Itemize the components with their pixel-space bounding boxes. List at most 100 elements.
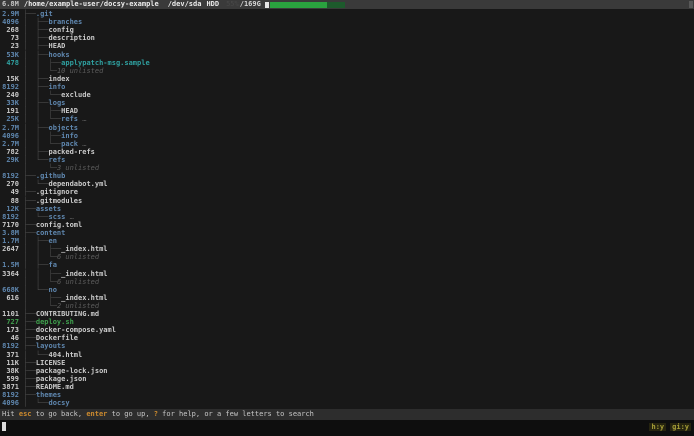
tree-row[interactable]: 38K ├──package-lock.json [2, 367, 694, 375]
tree-row[interactable]: 616 │ ├──_index.html [2, 294, 694, 302]
tree-row[interactable]: 173 ├──docker-compose.yaml [2, 326, 694, 334]
file-name: HEAD [49, 42, 66, 50]
dir-name: refs [49, 156, 66, 164]
tree-branch-lines: │ ├── [19, 75, 49, 83]
file-name: package-lock.json [36, 367, 108, 375]
tree-row[interactable]: 7170 ├──config.toml [2, 221, 694, 229]
truncation-ellipsis: … [65, 213, 73, 221]
tree-row[interactable]: 3871 ├──README.md [2, 383, 694, 391]
tree-branch-lines: ├── [19, 205, 36, 213]
status-text: to go back, [32, 410, 87, 418]
tree-branch-lines: ├── [19, 229, 36, 237]
tree-branch-lines: ├── [19, 10, 36, 18]
file-size: 33K [2, 99, 19, 107]
file-size: 8192 [2, 342, 19, 350]
tree-row-unlisted[interactable]: │ └─3 unlisted [2, 164, 694, 172]
tree-row[interactable]: 191 │ │ ├──HEAD [2, 107, 694, 115]
tree-row[interactable]: 4096 │ │ ├──info [2, 132, 694, 140]
file-size: 46 [2, 334, 19, 342]
tree-branch-lines: ├── [19, 221, 36, 229]
tree-row[interactable]: 4096 │ ├──branches [2, 18, 694, 26]
tree-branch-lines: ├── [19, 172, 36, 180]
tree-row[interactable]: 3364 │ │ ├──_index.html [2, 270, 694, 278]
file-size: 15K [2, 75, 19, 83]
tree-row[interactable]: 73 │ ├──description [2, 34, 694, 42]
tree-branch-lines: ├── [19, 391, 36, 399]
search-input-line[interactable]: h:ygi:y [0, 420, 694, 436]
tree-branch-lines: ├── [19, 310, 36, 318]
file-name: 6 unlisted [57, 253, 99, 261]
file-name: config.toml [36, 221, 82, 229]
tree-row[interactable]: 240 │ │ └──exclude [2, 91, 694, 99]
file-tree: 2.9M ├──.git4096 │ ├──branches268 │ ├──c… [0, 9, 694, 407]
tree-row[interactable]: 268 │ ├──config [2, 26, 694, 34]
tree-row[interactable]: 478 │ │ ├──applypatch-msg.sample [2, 59, 694, 67]
dir-name: docsy [49, 399, 70, 407]
tree-row[interactable]: 23 │ ├──HEAD [2, 42, 694, 50]
terminal-screen: 6.8M /home/example-user/docsy-example /d… [0, 0, 694, 436]
file-size: 2.7M [2, 124, 19, 132]
tree-row-unlisted[interactable]: │ └─2 unlisted [2, 302, 694, 310]
tree-row[interactable]: 8192 │ ├──info [2, 83, 694, 91]
tree-row[interactable]: 2647 │ │ ├──_index.html [2, 245, 694, 253]
tree-row[interactable]: 29K │ └──refs [2, 156, 694, 164]
tree-row-unlisted[interactable]: │ │ └─6 unlisted [2, 253, 694, 261]
file-size: 1.7M [2, 237, 19, 245]
tree-row-unlisted[interactable]: │ │ └─10 unlisted [2, 67, 694, 75]
file-name: _index.html [61, 270, 107, 278]
tree-branch-lines: ├── [19, 359, 36, 367]
tree-row[interactable]: 371 │ └──404.html [2, 351, 694, 359]
file-size: 8192 [2, 83, 19, 91]
tree-row[interactable]: 25K │ │ └──refs … [2, 115, 694, 123]
truncation-ellipsis: … [78, 115, 86, 123]
tree-row[interactable]: 782 │ ├──packed-refs [2, 148, 694, 156]
file-size: 38K [2, 367, 19, 375]
tree-row[interactable]: 88 ├──.gitmodules [2, 197, 694, 205]
tree-branch-lines: │ │ ├── [19, 245, 61, 253]
tree-row[interactable]: 53K │ ├──hooks [2, 51, 694, 59]
current-path[interactable]: /home/example-user/docsy-example [24, 0, 159, 9]
file-size: 3871 [2, 383, 19, 391]
tree-branch-lines: │ └── [19, 213, 49, 221]
tree-row[interactable]: 668K │ └──no [2, 286, 694, 294]
tree-row[interactable]: 33K │ ├──logs [2, 99, 694, 107]
file-size: 11K [2, 359, 19, 367]
tree-row[interactable]: 46 ├──Dockerfile [2, 334, 694, 342]
dir-name: hooks [49, 51, 70, 59]
tree-row[interactable]: 2.7M │ ├──objects [2, 124, 694, 132]
tree-branch-lines: │ ├── [19, 99, 49, 107]
key-hint: enter [86, 410, 107, 418]
tree-row[interactable]: 2.7M │ │ └──pack … [2, 140, 694, 148]
dir-name: logs [49, 99, 66, 107]
file-size: 1.5M [2, 261, 19, 269]
tree-row[interactable]: 12K ├──assets [2, 205, 694, 213]
tree-row[interactable]: 599 ├──package.json [2, 375, 694, 383]
file-size: 3.8M [2, 229, 19, 237]
file-size: 240 [2, 91, 19, 99]
tree-branch-lines: ├── [19, 367, 36, 375]
tree-row[interactable]: 8192 ├──layouts [2, 342, 694, 350]
tree-row[interactable]: 1101 ├──CONTRIBUTING.md [2, 310, 694, 318]
tree-row[interactable]: 2.9M ├──.git [2, 10, 694, 18]
file-name: packed-refs [49, 148, 95, 156]
tree-row[interactable]: 15K │ ├──index [2, 75, 694, 83]
tree-branch-lines: ├── [19, 318, 36, 326]
tree-branch-lines: │ │ └── [19, 140, 61, 148]
tree-row-unlisted[interactable]: │ │ └─6 unlisted [2, 278, 694, 286]
tree-branch-lines: ├── [19, 342, 36, 350]
tree-row[interactable]: 4096 │ └──docsy [2, 399, 694, 407]
tree-row[interactable]: 49 ├──.gitignore [2, 188, 694, 196]
tree-row[interactable]: 3.8M ├──content [2, 229, 694, 237]
dir-name: info [49, 83, 66, 91]
tree-row[interactable]: 1.7M │ ├──en [2, 237, 694, 245]
tree-row[interactable]: 1.5M │ ├──fa [2, 261, 694, 269]
file-name: .gitmodules [36, 197, 82, 205]
tree-row[interactable]: 8192 │ └──scss … [2, 213, 694, 221]
tree-row[interactable]: 8192 ├──themes [2, 391, 694, 399]
tree-row[interactable]: 11K ├──LICENSE [2, 359, 694, 367]
file-size: 4096 [2, 399, 19, 407]
tree-branch-lines: │ ├── [19, 261, 49, 269]
tree-row[interactable]: 270 │ └──dependabot.yml [2, 180, 694, 188]
file-name: applypatch-msg.sample [61, 59, 150, 67]
file-size: 4096 [2, 132, 19, 140]
